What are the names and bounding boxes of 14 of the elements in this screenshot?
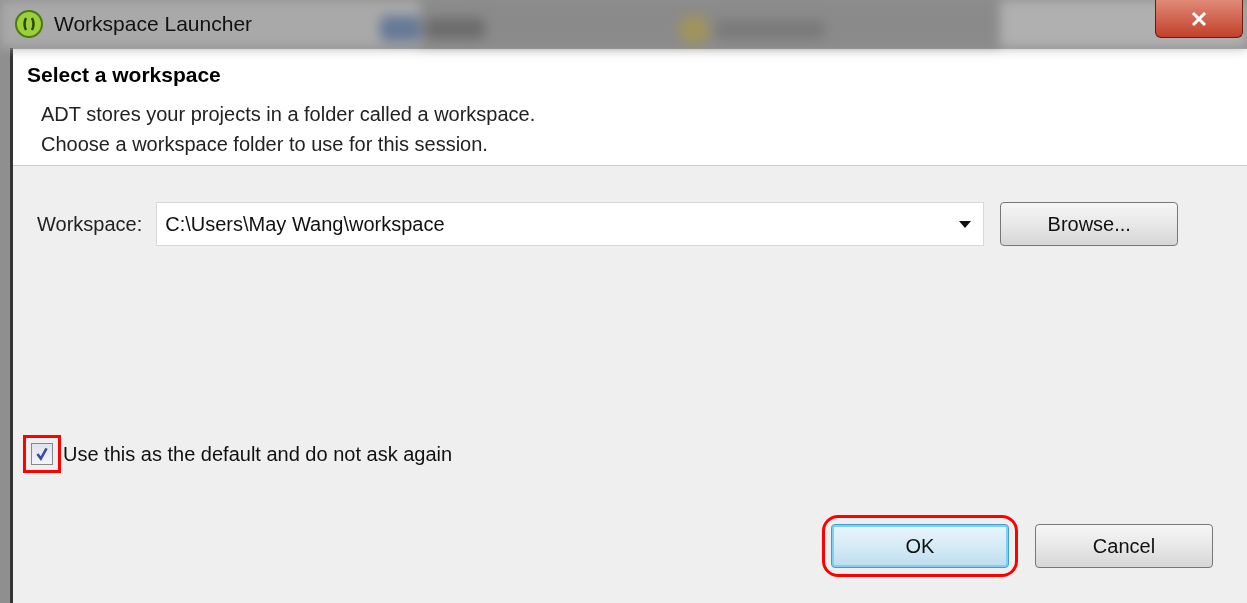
header-title: Select a workspace: [27, 63, 222, 87]
check-icon: [34, 446, 50, 462]
browse-button[interactable]: Browse...: [1000, 202, 1179, 246]
checkbox-label: Use this as the default and do not ask again: [63, 442, 453, 466]
description-text: Choose a workspace folder to use for this session.: [41, 132, 489, 157]
workspace-combo[interactable]: C:\Users\May Wang\workspace: [156, 202, 985, 246]
caret-icon: [959, 220, 972, 228]
workspace-label: Workspace:: [37, 212, 143, 236]
dialog-button[interactable]: Cancel: [1035, 524, 1213, 568]
dialog-button[interactable]: OK: [831, 524, 1009, 568]
description-text: ADT stores your projects in a folder called a workspace.: [41, 102, 537, 127]
checkbox[interactable]: [23, 435, 61, 473]
window-title: Workspace Launcher: [54, 12, 253, 36]
close-button[interactable]: [1155, 0, 1243, 38]
